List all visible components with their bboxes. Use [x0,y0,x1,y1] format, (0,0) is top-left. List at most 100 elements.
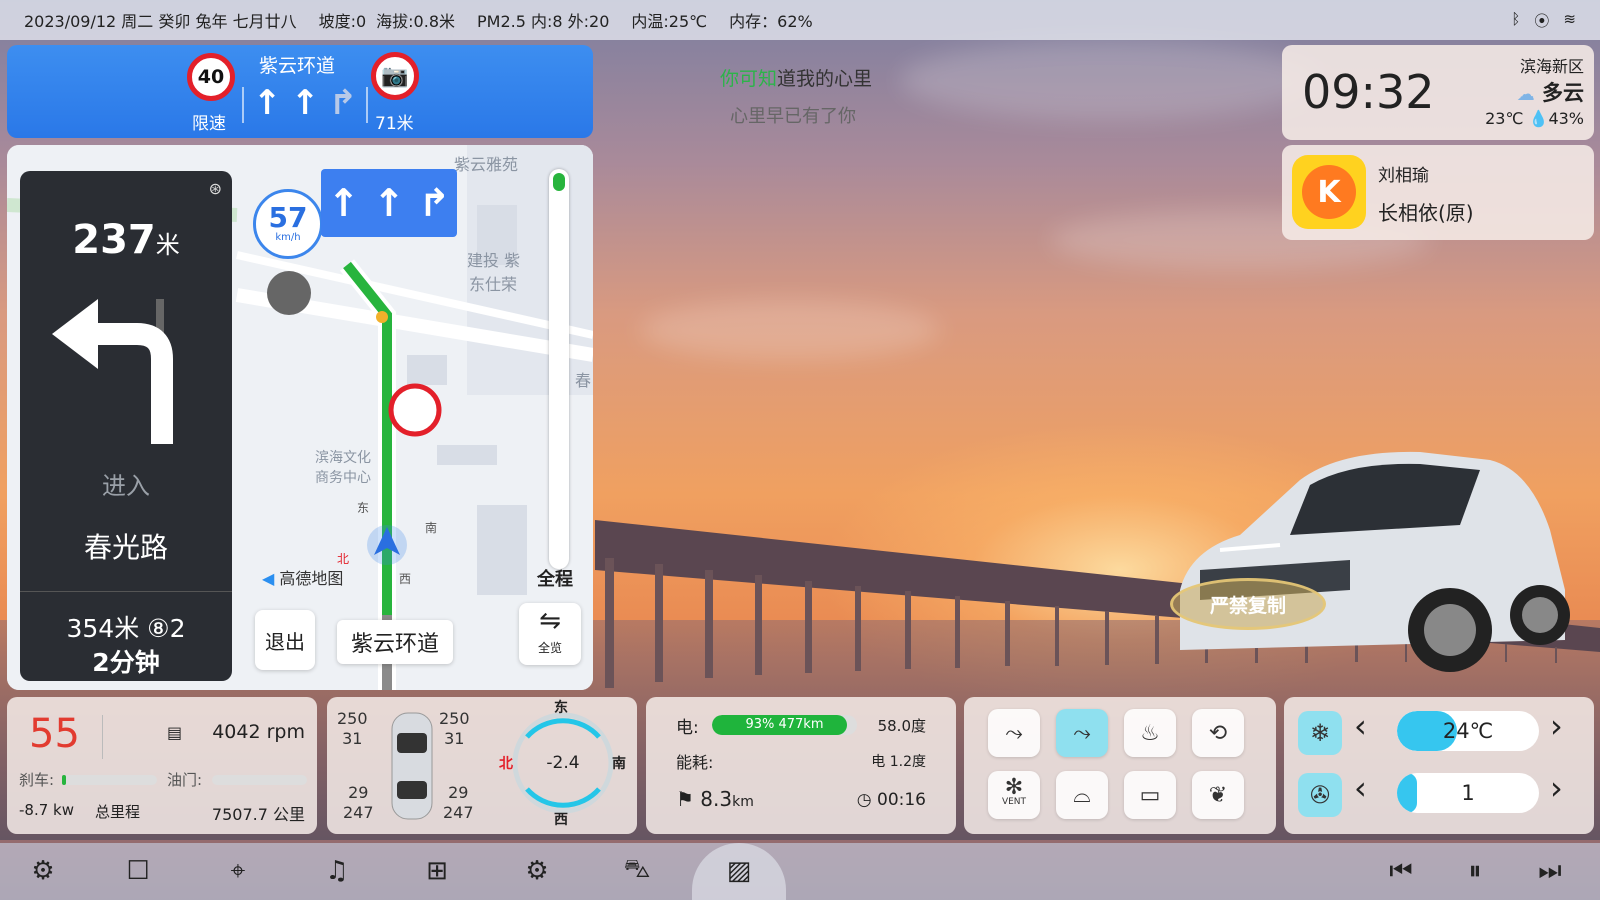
status-inner-temp: 内温:25℃ [631,12,708,31]
flag-icon: ⚑ [676,787,694,811]
temp-decrease-button[interactable]: ‹ [1354,707,1367,745]
gps-signal-icon: ⊛ [208,179,222,198]
next-track-icon[interactable]: ⏭ [1525,848,1575,894]
route-overview-button[interactable]: ⇋ 全览 [519,603,581,665]
music-note-icon[interactable]: ♫ [312,848,362,894]
consumption-value: 电 1.2度 [871,754,926,770]
fan-value: 1 [1461,781,1475,805]
status-bar: 2023/09/12 周二 癸卯 兔年 七月廿八 坡度:0 海拔:0.8米 PM… [0,0,1600,40]
watermark-stamp: 严禁复制 [1170,578,1326,630]
current-road-chip: 紫云环道 [337,620,454,664]
nav-guidance-header[interactable]: 40 限速 紫云环道 ↑ ↑ ↱ 📷 71米 [7,45,593,138]
motor-rpm: 4042 rpm [212,721,305,743]
lane-straight-icon: ↑ [373,181,405,225]
compass-label: 东 [357,501,370,515]
weather-city: 滨海新区 [1519,57,1584,76]
trip-distance: ⚑ 8.3km [676,787,754,811]
apps-grid-icon[interactable]: ⊞ [412,848,462,894]
bottom-dock: ⚙ ☐ ⌖ ♫ ⊞ ⚙ ⛍ ▨ ⏮ ⏸ ⏭ [0,843,1600,900]
recirculation-button[interactable]: ⟲ [1192,709,1244,757]
car-image [1180,451,1570,672]
gallery-icon[interactable]: ▨ [714,848,764,894]
clock-time: 09:32 [1302,65,1435,119]
throttle-label: 油门: [167,771,203,789]
status-pm25: PM2.5 内:8 外:20 [477,12,610,31]
music-song-title: 长相依(原) [1378,201,1474,225]
map-label: 商务中心 [315,470,371,486]
status-memory: 内存：62% [729,12,813,31]
lane-straight-icon: ↑ [252,83,282,123]
cloud-icon: ☁ [1516,84,1535,105]
eco-mode-button[interactable]: ❦ [1192,771,1244,819]
rear-defrost-button[interactable]: ▭ [1124,771,1176,819]
music-widget[interactable]: K 刘相瑜 长相依(原) [1282,145,1594,240]
camera-icon: 📷 [371,52,419,100]
trip-time: ◷ 00:16 [856,790,926,810]
wifi-icon: ≋ [1563,10,1576,28]
clock-weather-widget[interactable]: 09:32 滨海新区 ☁ 多云 23℃ 💧43% [1282,45,1594,140]
route-progress-bar [549,169,569,569]
remaining-time: 2分钟 [92,648,160,677]
airflow-feet-button[interactable]: ♨ [1124,709,1176,757]
road-name: 紫云环道 [259,55,336,77]
lane-arrows: ↑ ↑ ↱ [242,83,368,123]
vehicle-speed: 55 [29,711,80,757]
fan-speed-button[interactable]: ✇ [1298,773,1342,817]
airflow-face-feet-button[interactable]: ⤳ [1056,709,1108,757]
consumption-label: 能耗: [676,753,714,772]
turn-guidance-panel[interactable]: ⊛ 237米 进入 春光路 354米 ⑧2 2分钟 [20,171,232,681]
map-label: 东仕荣 [469,275,518,294]
car-icon[interactable]: ⛍ [612,848,662,894]
odometer-value: 7507.7 公里 [211,805,305,824]
kugou-app-icon[interactable]: K [1292,155,1366,229]
compass-label: 西 [399,572,412,586]
hotspot-icon: ⦿ [1534,12,1550,30]
previous-track-icon[interactable]: ⏮ [1376,848,1426,894]
tire-pressure-panel: 250 31 250 31 29 247 29 247 -2.4 东 南 西 北 [327,697,637,834]
map-label: 滨海文化 [315,450,371,466]
lane-straight-icon: ↑ [290,83,320,123]
amap-logo: ◀ 高德地图 [262,569,344,588]
fan-decrease-button[interactable]: ‹ [1354,769,1367,807]
lyric-next-line: 心里早已有了你 [730,106,856,127]
camera-distance: 71米 [375,114,414,134]
enter-label: 进入 [102,472,150,500]
front-defrost-button[interactable]: ⌓ [1056,771,1108,819]
power-output: -8.7 kw [19,801,74,819]
compass-value: -2.4 [546,753,580,773]
battery-label: 电: [676,718,699,738]
battery-text: 93% 477km [745,717,824,732]
temp-value: 24℃ [1442,719,1494,743]
brake-bar [62,775,157,785]
clock-icon: ◷ [856,790,872,810]
tire-rear-right: 29 247 [443,783,474,822]
tire-rear-left: 29 247 [343,783,374,822]
bluetooth-icon: ᛒ [1511,10,1521,28]
energy-panel: 电: 93% 477km 58.0度 能耗: 电 1.2度 ⚑ 8.3km ◷ … [646,697,956,834]
speed-limit-sign: 40 [187,53,235,101]
airflow-face-button[interactable]: ⤳ [988,709,1040,757]
vehicle-settings-icon[interactable]: ⚙ [512,848,562,894]
home-square-icon[interactable]: ☐ [113,848,163,894]
settings-icon[interactable]: ⚙ [18,848,68,894]
car-topview-icon [391,712,433,820]
navigation-map[interactable]: 紫云雅苑 建投 紫 东仕荣 滨海文化 商务中心 春 东 南 北 西 ⊛ 237米… [7,145,593,690]
map-label: 春 [575,371,592,390]
overview-label: 全览 [537,641,562,655]
compass-label: 南 [425,521,438,535]
compass-south: 南 [612,756,626,772]
vent-button[interactable]: ✻ VENT [988,771,1040,819]
lane-guidance: ↑ ↑ ↱ [321,169,457,237]
temp-increase-button[interactable]: › [1550,707,1563,745]
tire-front-left: 250 31 [337,709,368,748]
map-pin-icon[interactable]: ⌖ [213,848,263,894]
pause-icon[interactable]: ⏸ [1450,848,1500,894]
fan-icon: ✻ [1004,775,1024,800]
ac-snowflake-button[interactable]: ❄ [1298,711,1342,755]
drive-info-panel: 55 ▤ 4042 rpm 刹车: 油门: -8.7 kw 总里程 7507.7… [7,697,317,834]
battery-capacity: 58.0度 [877,717,926,735]
fan-increase-button[interactable]: › [1550,769,1563,807]
tire-front-right: 250 31 [439,709,470,748]
brake-label: 刹车: [19,771,55,789]
exit-navigation-button[interactable]: 退出 [255,610,315,670]
